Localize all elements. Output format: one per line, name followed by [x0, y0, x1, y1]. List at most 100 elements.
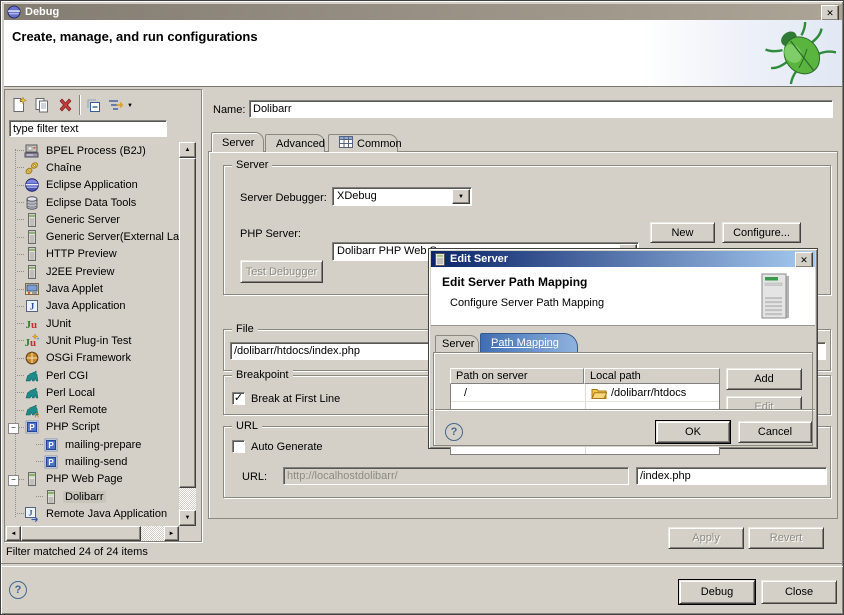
apply-button[interactable]: Apply	[668, 527, 744, 549]
tab-server[interactable]: Server	[211, 132, 264, 152]
delete-config-icon[interactable]	[56, 96, 74, 117]
close-button[interactable]: Close	[761, 580, 837, 604]
server-icon	[24, 264, 40, 280]
tab-advanced[interactable]: Advanced	[265, 134, 325, 152]
edit-server-title: Edit Server	[450, 253, 508, 265]
tree-item-label: Chaîne	[44, 162, 83, 174]
junitplugin-icon: Ju	[24, 333, 40, 349]
svg-text:J: J	[30, 302, 35, 312]
local-path-text: /dolibarr/htdocs	[611, 387, 686, 399]
collapse-all-icon[interactable]	[85, 96, 103, 117]
camel-icon	[24, 368, 40, 384]
tab-common[interactable]: Common	[328, 134, 398, 152]
help-icon[interactable]: ?	[9, 581, 27, 599]
dialog-tab-server[interactable]: Server	[435, 335, 479, 352]
tree-item-perl-remote[interactable]: RPerl Remote	[7, 401, 179, 418]
scroll-up-icon[interactable]: ▲	[179, 142, 196, 158]
filter-icon[interactable]	[106, 96, 124, 117]
debug-button-label: Debug	[701, 586, 733, 598]
folder-icon	[591, 386, 607, 400]
tree-item-cha-ne[interactable]: Chaîne	[7, 159, 179, 176]
path-mapping-row[interactable]: / /dolibarr/htdocs	[451, 384, 719, 402]
phpweb-icon	[43, 489, 59, 505]
tree-connector	[17, 323, 24, 324]
window-close-button[interactable]: ✕	[821, 5, 839, 21]
footer-separator	[1, 563, 844, 567]
tree-item-eclipse-application[interactable]: Eclipse Application	[7, 177, 179, 194]
collapse-minus-icon[interactable]: −	[8, 423, 19, 434]
collapse-minus-icon[interactable]: −	[8, 475, 19, 486]
tree-item-perl-cgi[interactable]: Perl CGI	[7, 367, 179, 384]
edit-server-dialog: Edit Server ✕ Edit Server Path Mapping C…	[428, 248, 818, 449]
tree-item-php-web-page[interactable]: −PHP Web Page	[7, 471, 179, 488]
tree-item-mailing-send[interactable]: Pmailing-send	[7, 453, 179, 470]
server-icon	[24, 212, 40, 228]
tree-item-junit[interactable]: JuJUnit	[7, 315, 179, 332]
tree-item-mailing-prepare[interactable]: Pmailing-prepare	[7, 436, 179, 453]
tree-connector	[36, 444, 43, 445]
toolbar-separator	[79, 95, 80, 115]
tree-item-label: J2EE Preview	[44, 266, 116, 278]
dialog-tab-path-mapping[interactable]: Path Mapping	[480, 333, 578, 352]
tree-item-dolibarr[interactable]: Dolibarr	[7, 488, 179, 505]
tree-item-perl-local[interactable]: Perl Local	[7, 384, 179, 401]
tree-item-eclipse-data-tools[interactable]: Eclipse Data Tools	[7, 194, 179, 211]
tree-item-label: Dolibarr	[63, 491, 106, 503]
edit-server-titlebar[interactable]: Edit Server ✕	[431, 251, 815, 267]
tree-item-label: Generic Server(External La	[44, 231, 179, 243]
revert-button[interactable]: Revert	[748, 527, 824, 549]
scroll-right-icon[interactable]: ►	[164, 526, 179, 541]
tree-connector	[17, 202, 24, 203]
hscroll-thumb[interactable]	[21, 526, 141, 541]
tree-item-php-script[interactable]: − P PHP Script	[7, 419, 179, 436]
tree-connector	[17, 237, 24, 238]
vscroll-thumb[interactable]	[179, 158, 196, 488]
tree-item-label: Java Application	[44, 300, 128, 312]
tree-item-java-application[interactable]: J Java Application	[7, 298, 179, 315]
tree-item-generic-server-external-la[interactable]: Generic Server(External La	[7, 228, 179, 245]
tree-item-generic-server[interactable]: Generic Server	[7, 211, 179, 228]
camelr-icon: R	[24, 402, 40, 418]
tree-item-osgi-framework[interactable]: OSGi Framework	[7, 350, 179, 367]
filter-status: Filter matched 24 of 24 items	[6, 546, 148, 558]
tree-connector	[17, 150, 24, 151]
tree-item-label: Generic Server	[44, 214, 122, 226]
tree-item-label: Perl Local	[44, 387, 97, 399]
tree-vscrollbar[interactable]: ▲ ▼	[179, 142, 196, 526]
tree-connector	[17, 306, 24, 307]
scroll-down-icon[interactable]: ▼	[179, 510, 196, 526]
window-titlebar[interactable]: Debug ✕	[4, 4, 842, 20]
svg-text:P: P	[29, 423, 35, 432]
revert-button-label: Revert	[770, 532, 802, 544]
filter-menu-caret-icon[interactable]: ▼	[127, 103, 133, 109]
tree-item-java-applet[interactable]: Java Applet	[7, 280, 179, 297]
tree-hscrollbar[interactable]: ◄ ►	[6, 526, 179, 541]
new-config-icon[interactable]	[10, 96, 28, 117]
scroll-left-icon[interactable]: ◄	[6, 526, 21, 541]
duplicate-config-icon[interactable]	[33, 96, 51, 117]
tree-connector	[17, 410, 24, 411]
debug-button[interactable]: Debug	[679, 580, 755, 604]
debug-window: Debug ✕ Create, manage, and run configur…	[0, 0, 844, 615]
php-icon: P	[43, 454, 59, 470]
tree-item-junit-plug-in-test[interactable]: JuJUnit Plug-in Test	[7, 332, 179, 349]
config-type-tree: BPEL Process (B2J) Chaîne Eclipse Applicat…	[7, 142, 179, 526]
svg-text:Ju: Ju	[25, 337, 37, 349]
path-on-server-cell: /	[451, 387, 585, 399]
edit-server-banner-subtitle: Configure Server Path Mapping	[450, 297, 604, 309]
tree-item-j2ee-preview[interactable]: J2EE Preview	[7, 263, 179, 280]
svg-text:R: R	[35, 413, 40, 419]
tree-item-http-preview[interactable]: HTTP Preview	[7, 246, 179, 263]
edit-server-close-button[interactable]: ✕	[795, 252, 813, 268]
window-title: Debug	[25, 6, 59, 18]
tree-connector	[17, 375, 24, 376]
tree-connector	[17, 392, 24, 393]
tree-connector	[17, 219, 24, 220]
tree-connector	[17, 289, 24, 290]
name-input[interactable]	[249, 100, 833, 118]
tree-item-label: PHP Script	[44, 421, 102, 433]
tree-item-bpel-process-b2j[interactable]: BPEL Process (B2J)	[7, 142, 179, 159]
tree-connector	[17, 340, 24, 341]
filter-input[interactable]	[9, 120, 167, 137]
tree-item-remote-java-application[interactable]: JRemote Java Application	[7, 505, 179, 522]
